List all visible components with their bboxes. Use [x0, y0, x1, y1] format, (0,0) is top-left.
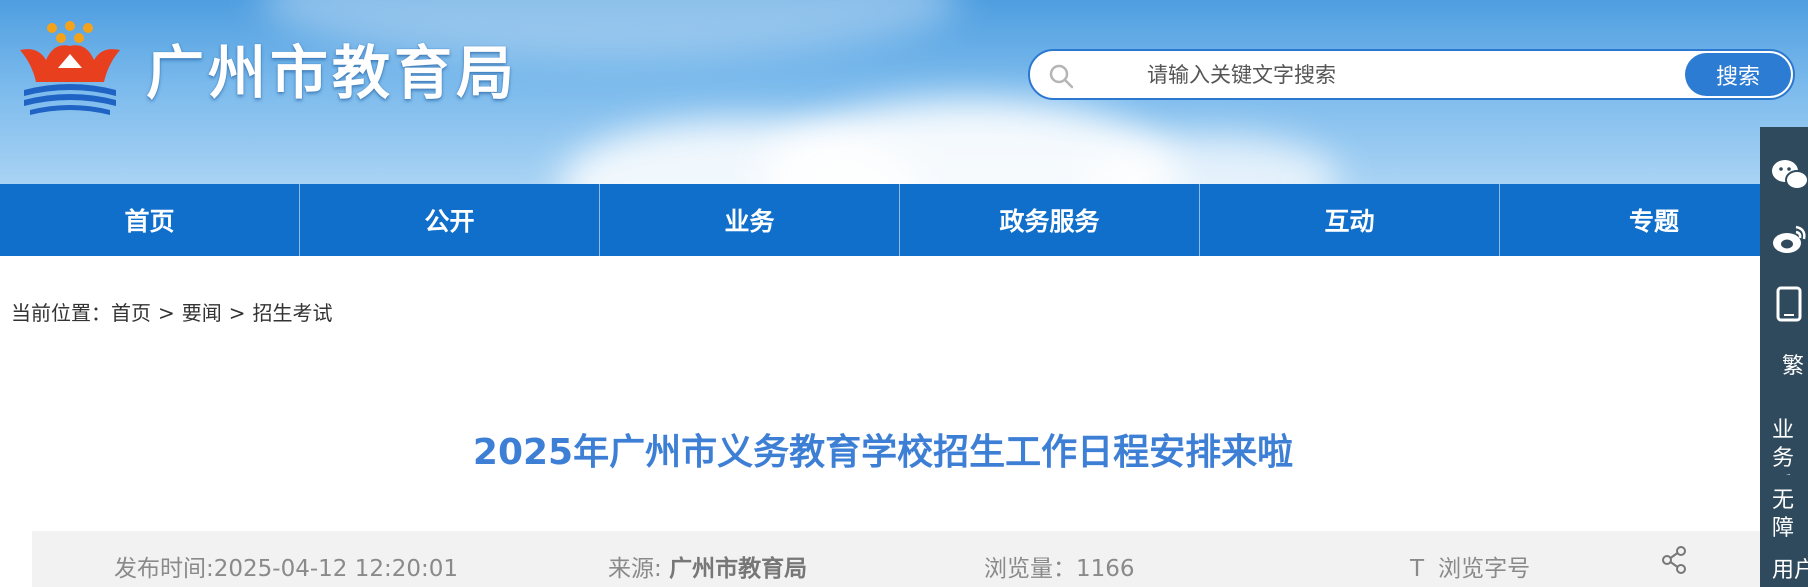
rail-traditional-chinese[interactable]: 繁	[1760, 353, 1808, 387]
nav-item-public[interactable]: 公开	[300, 184, 600, 256]
font-size-control[interactable]: T 浏览字号	[1410, 549, 1530, 583]
rail-weibo[interactable]	[1760, 219, 1808, 259]
site-title: 广州市教育局	[146, 39, 519, 107]
rail-wechat[interactable]	[1760, 155, 1808, 195]
wechat-icon	[1772, 160, 1808, 190]
side-rail: 繁 业务系统 无障碍版 用户	[1760, 127, 1808, 587]
mobile-icon	[1776, 286, 1802, 322]
rail-accessibility-label: 无障碍版	[1772, 488, 1795, 545]
main-nav: 首页 公开 业务 政务服务 互动 专题	[0, 184, 1808, 256]
rail-business-system[interactable]: 业务系统	[1760, 417, 1808, 475]
header-banner: 广州市教育局 搜索	[0, 0, 1808, 184]
search-bar: 搜索	[1028, 49, 1795, 100]
breadcrumb-prefix: 当前位置：	[11, 301, 111, 325]
breadcrumb-separator: >	[158, 301, 175, 325]
breadcrumb-separator: >	[228, 301, 246, 325]
rail-accessibility[interactable]: 无障碍版	[1760, 487, 1808, 545]
share-icon[interactable]	[1660, 545, 1688, 575]
nav-item-home[interactable]: 首页	[0, 184, 300, 256]
nav-item-government-services[interactable]: 政务服务	[900, 184, 1200, 256]
nav-item-business[interactable]: 业务	[600, 184, 900, 256]
source: 来源: 广州市教育局	[608, 549, 807, 583]
view-count: 浏览量：1166	[984, 556, 1135, 582]
publish-time: 发布时间:2025-04-12 12:20:01	[114, 556, 459, 582]
breadcrumb-link-home[interactable]: 首页	[111, 301, 151, 325]
source-value: 广州市教育局	[669, 556, 808, 582]
breadcrumb-link-admissions[interactable]: 招生考试	[253, 301, 333, 325]
search-icon	[1049, 64, 1074, 89]
article-meta-bar: 发布时间:2025-04-12 12:20:01 来源: 广州市教育局 浏览量：…	[32, 531, 1774, 587]
breadcrumb: 当前位置：首页 > 要闻 > 招生考试	[11, 297, 333, 326]
font-size-icon: T	[1410, 556, 1425, 582]
search-button[interactable]: 搜索	[1685, 53, 1791, 96]
source-label: 来源:	[608, 556, 662, 582]
rail-business-system-label: 业务系统	[1772, 418, 1795, 475]
rail-user[interactable]: 用户	[1760, 557, 1808, 587]
weibo-icon	[1773, 225, 1806, 253]
rail-traditional-label: 繁	[1782, 354, 1805, 379]
emblem-logo[interactable]	[16, 20, 124, 122]
font-size-label: 浏览字号	[1438, 556, 1531, 582]
article-title: 2025年广州市义务教育学校招生工作日程安排来啦	[472, 432, 1294, 473]
breadcrumb-link-news[interactable]: 要闻	[182, 301, 222, 325]
rail-mobile[interactable]	[1760, 282, 1808, 326]
search-input[interactable]	[1145, 60, 1709, 92]
nav-item-interaction[interactable]: 互动	[1200, 184, 1500, 256]
